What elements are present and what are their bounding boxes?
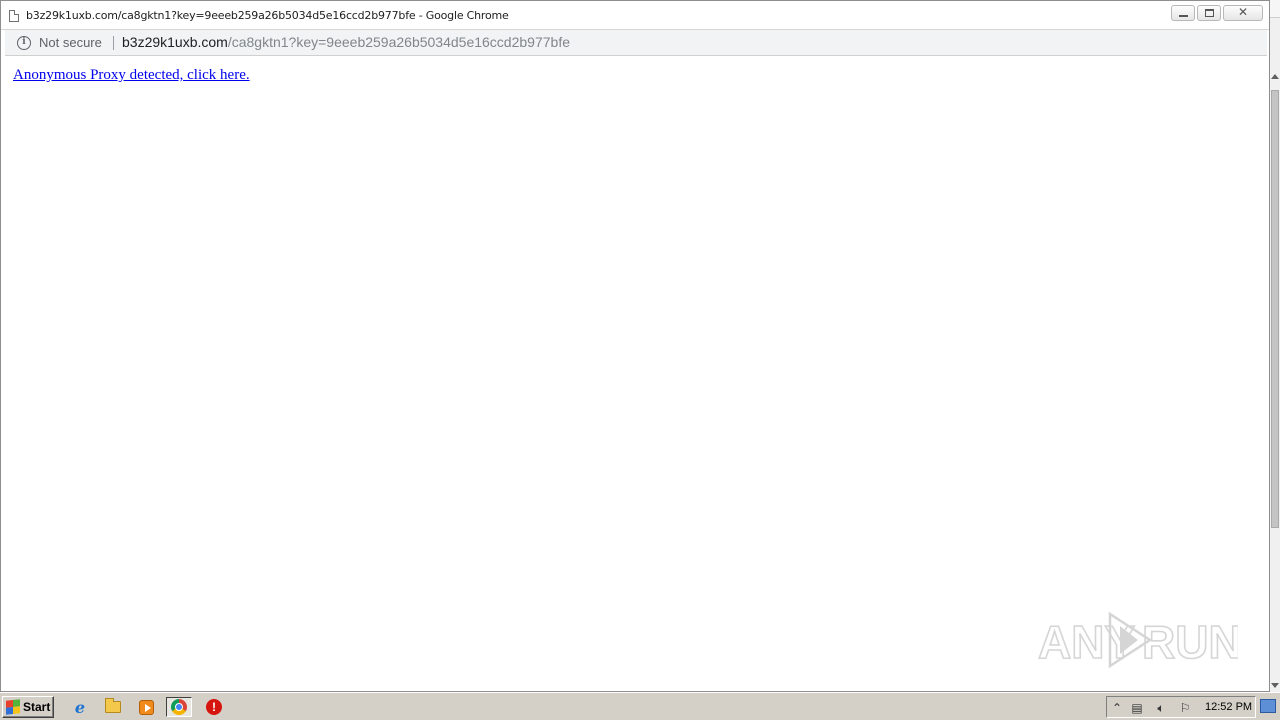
- chrome-icon[interactable]: [166, 697, 192, 717]
- security-status[interactable]: Not secure: [39, 35, 102, 50]
- windows-logo-icon: [6, 699, 20, 715]
- taskbar: Start e ! ⌃ ▤ 🔈︎ ⚐ 12:52 PM: [0, 692, 1280, 720]
- info-icon[interactable]: i: [17, 36, 31, 50]
- clock[interactable]: 12:52 PM: [1205, 701, 1252, 713]
- volume-icon[interactable]: 🔈︎: [1153, 700, 1169, 716]
- background-scrollbar[interactable]: [1270, 72, 1280, 692]
- internet-explorer-icon[interactable]: e: [69, 697, 91, 717]
- tray-expand-icon[interactable]: ⌃: [1109, 700, 1125, 716]
- background-window-titlebar: [1269, 0, 1280, 18]
- address-divider: [113, 36, 114, 50]
- maximize-icon: [1205, 9, 1214, 17]
- stop-icon[interactable]: !: [203, 697, 225, 717]
- proxy-detected-link[interactable]: Anonymous Proxy detected, click here.: [13, 67, 250, 84]
- window-title: b3z29k1uxb.com/ca8gktn1?key=9eeeb259a26b…: [26, 9, 509, 22]
- scroll-up-icon[interactable]: [1271, 74, 1279, 79]
- window-controls: ✕: [1171, 5, 1263, 21]
- start-label: Start: [23, 700, 51, 714]
- start-button[interactable]: Start: [2, 696, 54, 718]
- media-player-icon[interactable]: [135, 697, 157, 717]
- watermark-text-right: RUN: [1142, 616, 1238, 668]
- url-path: /ca8gktn1?key=9eeeb259a26b5034d5e16ccd2b…: [227, 34, 570, 50]
- minimize-icon: [1179, 15, 1188, 17]
- anyrun-watermark: ANY RUN: [1038, 610, 1238, 670]
- close-button[interactable]: ✕: [1223, 5, 1263, 21]
- show-desktop-icon[interactable]: [1260, 699, 1276, 713]
- url-host: b3z29k1uxb.com: [122, 34, 228, 50]
- page-content: Anonymous Proxy detected, click here.: [1, 57, 1269, 691]
- page-icon: [9, 10, 19, 22]
- chrome-window: b3z29k1uxb.com/ca8gktn1?key=9eeeb259a26b…: [0, 0, 1270, 692]
- close-icon: ✕: [1237, 5, 1249, 19]
- window-titlebar[interactable]: b3z29k1uxb.com/ca8gktn1?key=9eeeb259a26b…: [1, 1, 1269, 30]
- url-field[interactable]: b3z29k1uxb.com/ca8gktn1?key=9eeeb259a26b…: [122, 34, 570, 50]
- folder-icon[interactable]: [102, 697, 124, 717]
- minimize-button[interactable]: [1171, 5, 1195, 21]
- scrollbar-thumb[interactable]: [1271, 90, 1279, 528]
- address-bar[interactable]: i Not secure b3z29k1uxb.com/ca8gktn1?key…: [5, 30, 1267, 56]
- system-tray: ⌃ ▤ 🔈︎ ⚐ 12:52 PM: [1106, 696, 1256, 718]
- maximize-button[interactable]: [1197, 5, 1221, 21]
- action-center-flag-icon[interactable]: ⚐: [1177, 700, 1193, 716]
- network-icon[interactable]: ▤: [1129, 700, 1145, 716]
- scroll-down-icon[interactable]: [1271, 683, 1279, 688]
